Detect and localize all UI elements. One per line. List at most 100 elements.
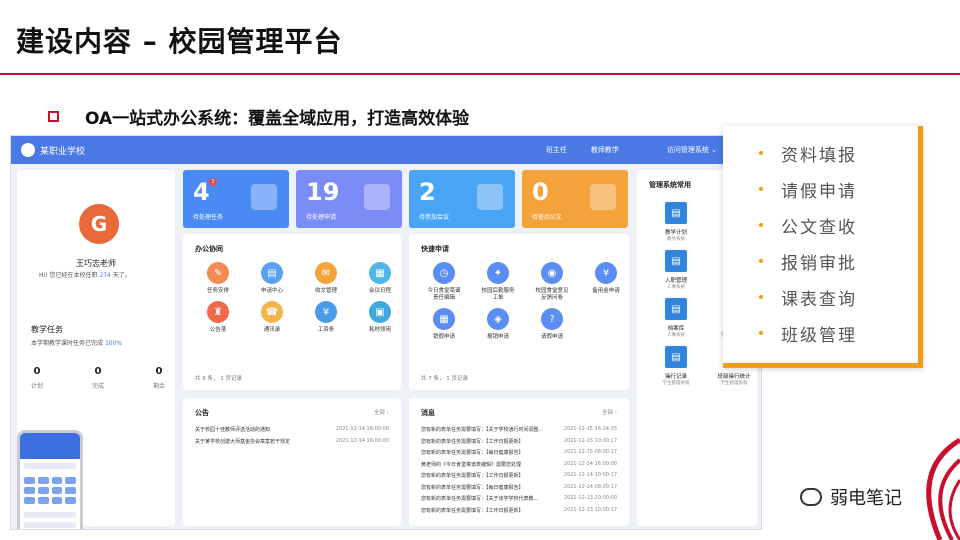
message-more-link[interactable]: 全部 › xyxy=(602,408,617,418)
book-icon: ▤ xyxy=(665,202,687,224)
feature-label: 请假申请 xyxy=(781,181,857,202)
mgmt-label: 操行记录 xyxy=(664,374,687,380)
task-progress-text: 本学期教学课时任务已完成 100% xyxy=(31,340,123,347)
shortcut-item[interactable]: ▦ 销假申请 xyxy=(417,308,471,341)
profile-greeting: Hi! 您已经在本校任职 274 天了。 xyxy=(39,272,131,279)
task-stats: 0 计划 0 完成 0 剩余 xyxy=(31,366,165,390)
list-item[interactable]: 您有新的表单任务需要填写：【关于该学学校代表教... 2021-12-13 20:… xyxy=(421,495,617,507)
shortcut-item[interactable]: ▦ 会议日程 xyxy=(353,262,407,295)
card-meetings[interactable]: 2 待参加会议 xyxy=(409,170,515,228)
nav-item-visit-system[interactable]: 访问管理系统 ⌄ xyxy=(643,145,717,155)
section-title: 办公协同 xyxy=(195,245,223,253)
list-item[interactable]: 关于某学校创建大师基金协会章案若干规定 2021-12-14 16:00:00 xyxy=(195,438,389,450)
book-icon: ▤ xyxy=(665,346,687,368)
phone-icon-grid xyxy=(20,473,80,508)
shortcut-item[interactable]: ¥ 工资条 xyxy=(299,301,353,334)
list-item-text: 您有新的表单任务需要填写：【关于学校通行时间调整... xyxy=(421,427,544,433)
shortcut-label: 会议日程 xyxy=(368,288,391,294)
list-item[interactable]: 您有新的表单任务需要填写：【每日健康报告】 2021-12-15 08:00:17 xyxy=(421,449,617,461)
nav-item-teaching[interactable]: 教师教学 xyxy=(591,145,619,155)
card-pending-requests[interactable]: 19 待处理申请 xyxy=(296,170,402,228)
quick-icon-grid: ◷ 今日食堂菜谱 责任编辑 ✦ 校园后勤服务 工单 ◉ 校园食堂意见 反馈问卷 ¥ 备用金申请… xyxy=(417,262,633,341)
shortcut-item[interactable]: ◉ 校园食堂意见 反馈问卷 xyxy=(525,262,579,302)
nav-item-head-teacher[interactable]: 班主任 xyxy=(546,145,567,155)
profile-panel: G 王巧志老师 Hi! 您已经在本校任职 274 天了。 教学任务 本学期教学课… xyxy=(17,170,175,529)
shortcut-item[interactable]: ☎ 通讯录 xyxy=(245,301,299,334)
shortcut-item[interactable]: ▣ 耗材领用 xyxy=(353,301,407,334)
mgmt-item[interactable]: ▤ 教学计划 教务系统 xyxy=(647,202,705,242)
list-item-text: 您有新的表单任务需要填写：【每日健康报告】 xyxy=(421,484,524,491)
list-item[interactable]: 您有新的表单任务需要填写：【关于学校通行时间调整... 2021-12-15 16… xyxy=(421,426,617,438)
shortcut-item[interactable]: ▤ 申请中心 xyxy=(245,262,299,295)
school-logo-icon xyxy=(21,143,35,157)
list-item-date: 2021-12-14 16:00:00 xyxy=(335,437,389,444)
list-item[interactable]: 您有新的表单任务需要填写：【工作日报更新】 2021-12-13 10:00:17 xyxy=(421,507,617,519)
slide-title: 建设内容 – 校园管理平台 xyxy=(16,25,343,58)
message-panel: 消息 全部 › 您有新的表单任务需要填写：【关于学校通行时间调整... 2021-… xyxy=(409,398,629,526)
feature-item: 报销审批 xyxy=(723,243,918,279)
mgmt-subsystem: 教务系统 xyxy=(667,237,685,242)
mgmt-item[interactable]: ▤ 入职管理 人事系统 xyxy=(647,250,705,290)
quick-pager: 共 7 条， 1 页记录 xyxy=(421,376,468,382)
list-item-date: 2021-12-13 10:00:17 xyxy=(563,506,617,513)
bullet-dot-icon xyxy=(759,259,763,263)
shortcut-icon: ♜ xyxy=(207,301,229,323)
shortcut-item[interactable]: ✉ 收文管理 xyxy=(299,262,353,295)
list-item-date: 2021-12-14 16:00:00 xyxy=(335,426,389,432)
shortcut-icon: ◷ xyxy=(433,262,455,284)
list-item[interactable]: 关于校园十佳教师评选活动的通知 2021-12-14 16:00:00 xyxy=(195,426,389,438)
feature-label: 班级管理 xyxy=(781,325,857,346)
list-item-text: 黄老师的《今日食堂菜谱表编辑》需要您处理 xyxy=(421,461,522,468)
list-item[interactable]: 您有新的表单任务需要填写：【工作日报更新】 2021-12-15 10:00:17 xyxy=(421,438,617,450)
shortcut-label: 申请中心 xyxy=(260,288,283,294)
shortcut-item[interactable]: ✦ 校园后勤服务 工单 xyxy=(471,262,525,302)
calendar-icon xyxy=(477,184,503,210)
phone-header xyxy=(20,433,80,459)
mgmt-label: 教学计划 xyxy=(664,230,687,236)
feature-label: 报销审批 xyxy=(781,253,857,274)
list-item[interactable]: 黄老师的《今日食堂菜谱表编辑》需要您处理 2021-12-14 16:00:00 xyxy=(421,461,617,473)
book-icon: ▤ xyxy=(665,298,687,320)
list-item-text: 关于校园十佳教师评选活动的通知 xyxy=(195,427,271,433)
app-name: 某职业学校 xyxy=(40,146,86,157)
feature-item: 资料填报 xyxy=(723,135,918,171)
stat-plan: 0 计划 xyxy=(31,366,44,390)
list-item[interactable]: 您有新的表单任务需要填写：【每日健康报告】 2021-12-14 08:00:17 xyxy=(421,484,617,496)
notice-list: 关于校园十佳教师评选活动的通知 2021-12-14 16:00:00 关于某学校创… xyxy=(195,426,389,449)
feature-label: 课表查询 xyxy=(781,289,857,310)
message-list: 您有新的表单任务需要填写：【关于学校通行时间调整... 2021-12-15 16… xyxy=(421,426,617,518)
task-title: 教学任务 xyxy=(31,325,63,334)
shortcut-item[interactable]: ? 请假申请 xyxy=(525,308,579,341)
card-documents[interactable]: 0 待查阅公文 xyxy=(522,170,628,228)
list-item[interactable]: 您有新的表单任务需要填写：【工作日报更新】 2021-12-14 10:00:17 xyxy=(421,472,617,484)
section-title: 管理系统常用 xyxy=(649,181,691,189)
notice-more-link[interactable]: 全部 › xyxy=(374,408,389,418)
shortcut-label: 公告落 xyxy=(209,327,227,333)
shortcut-icon: ? xyxy=(541,308,563,330)
wechat-icon xyxy=(800,488,822,506)
card-badge: 2 xyxy=(209,178,217,186)
stat-done: 0 完成 xyxy=(91,366,104,390)
avatar: G xyxy=(79,204,119,244)
quick-apply-panel: 快速申请 ◷ 今日食堂菜谱 责任编辑 ✦ 校园后勤服务 工单 ◉ 校园食堂意见 反馈问卷 ¥… xyxy=(409,234,629,390)
list-item-date: 2021-12-15 16:24:35 xyxy=(563,426,617,432)
feature-list-card: 资料填报请假申请公文查收报销审批课表查询班级管理 xyxy=(723,126,923,368)
shortcut-item[interactable]: ◷ 今日食堂菜谱 责任编辑 xyxy=(417,262,471,302)
shortcut-label: 通讯录 xyxy=(263,327,281,333)
request-doc-icon xyxy=(364,184,390,210)
feature-item: 班级管理 xyxy=(723,315,918,351)
shortcut-item[interactable]: ◈ 报销申请 xyxy=(471,308,525,341)
mgmt-item[interactable]: ▤ 档案库 人事系统 xyxy=(647,298,705,338)
mgmt-item[interactable]: ▤ 操行记录 学生管理系统 xyxy=(647,346,705,386)
card-number: 4 xyxy=(193,178,210,206)
mgmt-label: 档案库 xyxy=(667,326,685,332)
notice-head: 公告 全部 › xyxy=(195,408,389,418)
shortcut-item[interactable]: ¥ 备用金申请 xyxy=(579,262,633,302)
shortcut-item[interactable]: ✎ 任务安排 xyxy=(191,262,245,295)
feature-label: 公文查收 xyxy=(781,217,857,238)
list-item-date: 2021-12-14 10:00:17 xyxy=(563,472,617,478)
shortcut-icon: ▤ xyxy=(261,262,283,284)
shortcut-item[interactable]: ♜ 公告落 xyxy=(191,301,245,334)
card-label: 待处理任务 xyxy=(193,214,224,221)
card-pending-tasks[interactable]: 4 2 待处理任务 xyxy=(183,170,289,228)
